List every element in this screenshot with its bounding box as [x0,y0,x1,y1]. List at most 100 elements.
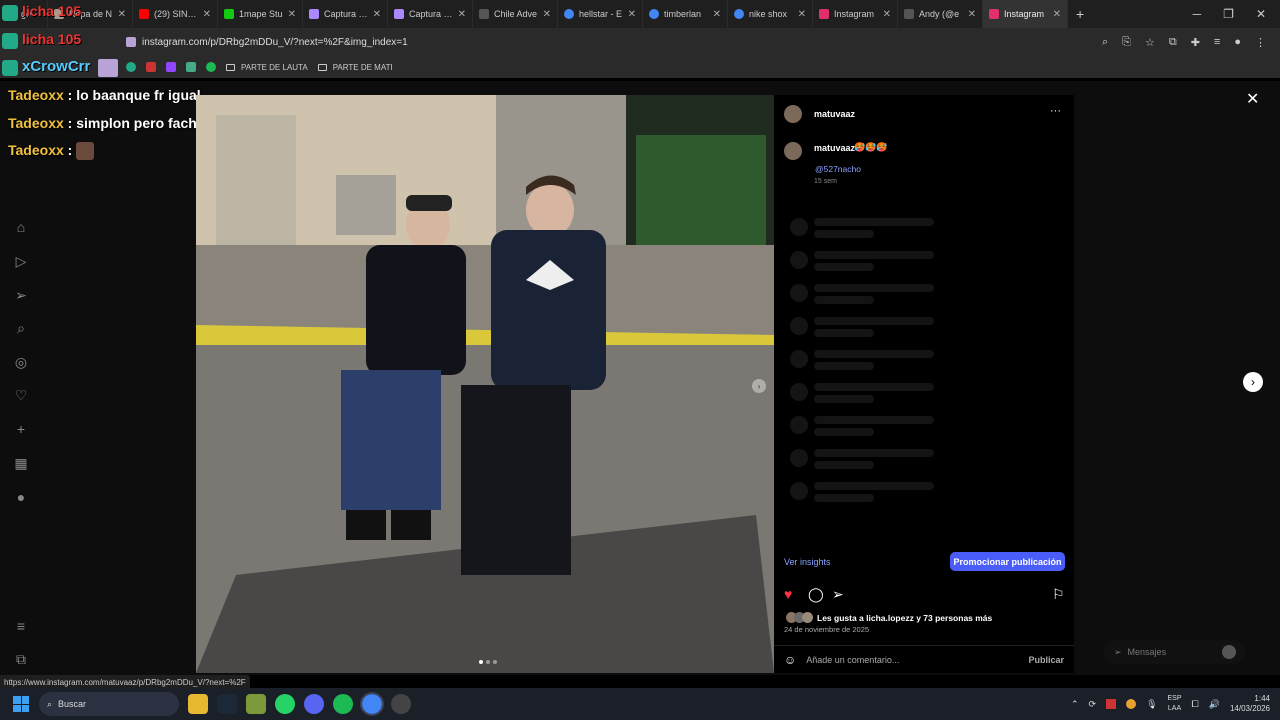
like-heart-icon[interactable]: ♥ [784,586,792,602]
create-icon[interactable]: + [12,420,30,438]
taskbar-search[interactable]: ⌕ Buscar [39,692,179,716]
clock[interactable]: 1:44 14/03/2026 [1230,694,1270,714]
browser-tab[interactable]: nike shox ✕ [728,0,813,28]
browser-tab[interactable]: (29) SIN FI ✕ [133,0,218,28]
close-icon[interactable]: ✕ [628,9,636,20]
mention-link[interactable]: @527nacho [815,164,861,174]
google-icon [564,9,574,19]
overlay-name: licha 105 [22,31,82,47]
browser-tab[interactable]: Instagram ✕ [813,0,898,28]
menu-icon[interactable]: ⋮ [1255,36,1266,49]
puzzle-icon[interactable]: ✚ [1191,36,1200,49]
browser-tab-active[interactable]: Instagram ✕ [983,0,1068,28]
new-tab-icon[interactable]: + [1076,6,1084,22]
file-explorer-icon[interactable] [188,694,208,714]
avatar[interactable] [784,105,802,123]
browser-tab[interactable]: 1mape Stu ✕ [218,0,303,28]
messages-button[interactable]: ➢ Mensajes [1104,640,1246,664]
media-icon[interactable]: ≡ [1214,36,1220,49]
chrome-icon[interactable] [360,692,384,716]
close-icon[interactable]: ✕ [883,9,891,20]
close-window-icon[interactable]: ✕ [1256,7,1266,21]
browser-tab[interactable]: timberlan ✕ [643,0,728,28]
comment-input[interactable]: Añade un comentario... [806,655,1018,665]
close-icon[interactable]: ✕ [203,9,211,20]
minimize-icon[interactable]: ─ [1193,7,1202,21]
browser-tab[interactable]: hellstar - E ✕ [558,0,643,28]
language-indicator[interactable]: ESP LAA [1168,694,1182,714]
star-icon[interactable]: ☆ [1145,36,1155,49]
browser-tab[interactable]: Chile Adve ✕ [473,0,558,28]
save-bookmark-icon[interactable]: ⚐ [1052,586,1065,603]
chevron-up-icon[interactable]: ⌃ [1071,699,1079,710]
browser-tab[interactable]: Andy (@e ✕ [898,0,983,28]
close-icon[interactable]: ✕ [458,9,466,20]
profile-icon[interactable]: ● [1234,36,1241,49]
bookmark-icon[interactable] [126,62,136,72]
close-icon[interactable]: ✕ [373,9,381,20]
close-icon[interactable]: ✕ [543,9,551,20]
insights-link[interactable]: Ver insights [784,557,831,567]
publish-button[interactable]: Publicar [1028,655,1064,665]
mic-icon[interactable]: 🎙 [1146,699,1157,710]
whatsapp-icon[interactable] [275,694,295,714]
close-icon[interactable]: ✕ [968,9,976,20]
profile-icon[interactable]: ● [12,488,30,506]
close-icon[interactable]: ✕ [1053,9,1061,20]
tab-label: timberlan [664,9,702,19]
zoom-icon[interactable]: ⌕ [1102,36,1108,49]
steam-icon[interactable] [217,694,237,714]
explore-icon[interactable]: ◎ [12,353,30,371]
heart-icon[interactable]: ♡ [12,386,30,404]
volume-icon[interactable]: 🔊 [1209,699,1220,710]
app-icon[interactable] [246,694,266,714]
apps-icon[interactable]: ⧉ [12,650,30,668]
search-icon[interactable]: ⌕ [12,319,30,337]
browser-tab[interactable]: Captura de ✕ [388,0,473,28]
bookmark-folder[interactable]: PARTE DE LAUTA [226,63,308,72]
reels-icon[interactable]: ▷ [12,252,30,270]
dashboard-icon[interactable]: ▦ [12,454,30,472]
send-icon[interactable]: ➢ [12,286,30,304]
menu-icon[interactable]: ≡ [12,617,30,635]
chat-author: Tadeoxx [8,87,64,103]
more-options-icon[interactable]: ··· [1050,105,1061,117]
chat-author: Tadeoxx [8,115,64,131]
bookmark-folder[interactable]: PARTE DE MATI [317,63,393,72]
site-info-icon[interactable] [126,37,136,47]
tray-icon[interactable] [1126,699,1137,709]
tray-icon[interactable]: ⟳ [1089,699,1097,710]
browser-tab[interactable]: Captura de ✕ [303,0,388,28]
post-photo[interactable]: › [196,95,774,673]
close-icon[interactable]: ✕ [713,9,721,20]
likes-text[interactable]: Les gusta a licha.lopezz y 73 personas m… [817,613,992,623]
post-username[interactable]: matuvaaz [814,109,855,119]
bookmark-icon[interactable] [146,62,156,72]
emoji-icon[interactable]: ☺ [784,653,796,667]
extension-icon[interactable]: ⧉ [1169,36,1177,49]
caption-username[interactable]: matuvaaz [814,143,855,153]
promote-button[interactable]: Promocionar publicación [950,552,1065,571]
network-icon[interactable]: ⧠ [1192,699,1199,710]
spotify-icon[interactable] [206,62,216,72]
close-icon[interactable]: ✕ [118,9,126,20]
spotify-icon[interactable] [333,694,353,714]
close-icon[interactable]: ✕ [1246,89,1259,109]
share-icon[interactable]: ➢ [832,586,844,603]
windows-start-icon[interactable] [13,696,29,712]
install-icon[interactable]: ⎘ [1122,36,1131,49]
avatar[interactable] [784,142,802,160]
tray-icon[interactable] [1106,699,1117,709]
close-icon[interactable]: ✕ [798,9,806,20]
app-icon[interactable] [391,694,411,714]
close-icon[interactable]: ✕ [288,9,296,20]
twitch-icon[interactable] [166,62,176,72]
home-icon[interactable]: ⌂ [12,218,30,236]
maximize-icon[interactable]: ❐ [1223,7,1234,21]
comment-icon[interactable]: ◯ [808,586,824,603]
bookmark-icon[interactable] [186,62,196,72]
photo-next-icon[interactable]: › [752,379,766,393]
url-field[interactable]: instagram.com/p/DRbg2mDDu_V/?next=%2F&im… [142,37,408,48]
next-post-icon[interactable]: › [1243,372,1263,392]
discord-icon[interactable] [304,694,324,714]
